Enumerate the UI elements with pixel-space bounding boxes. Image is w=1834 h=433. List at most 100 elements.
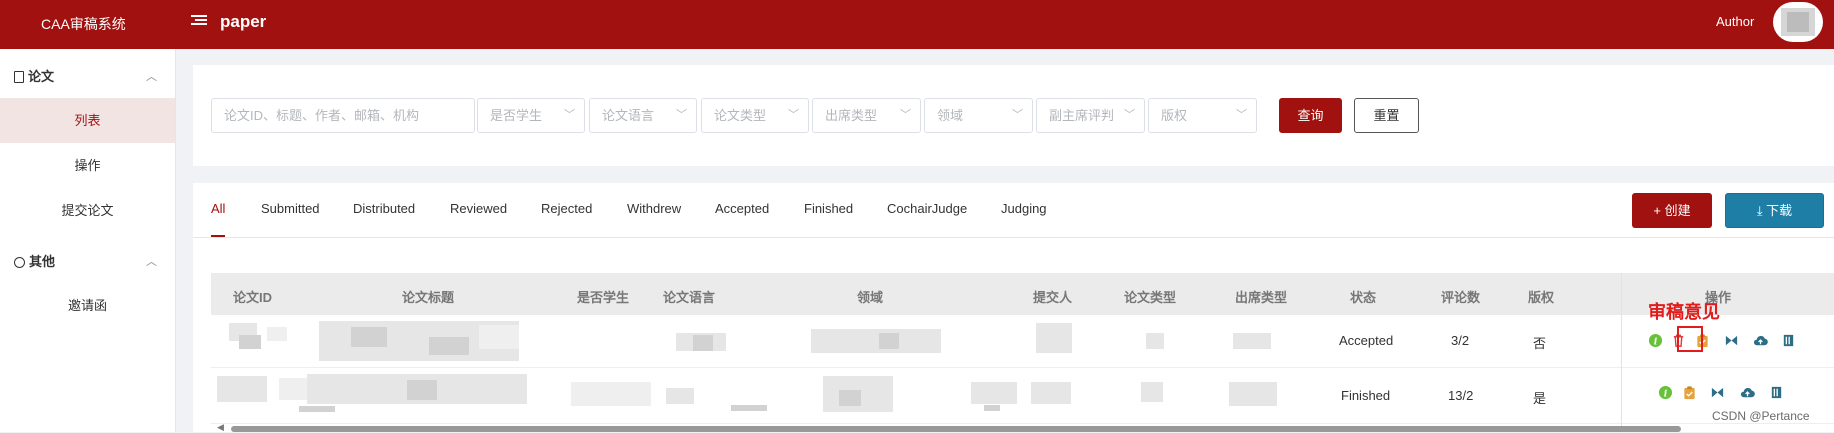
table-header: 论文ID 论文标题 是否学生 论文语言 领域 提交人 论文类型 出席类型 状态 … <box>211 273 1834 315</box>
search-input[interactable]: 论文ID、标题、作者、邮箱、机构 <box>211 98 475 133</box>
book-icon[interactable] <box>1769 385 1784 400</box>
filter-panel: 论文ID、标题、作者、邮箱、机构 是否学生 ﹀ 论文语言 ﹀ 论文类型 ﹀ 出席类型 ﹀… <box>193 65 1834 166</box>
app-title: CAA审稿系统 <box>41 16 126 32</box>
redacted-content <box>1036 323 1072 353</box>
redacted-content <box>429 337 469 355</box>
chevron-down-icon: ﹀ <box>676 109 687 121</box>
chevron-down-icon: ﹀ <box>1124 109 1135 121</box>
status-cell: Finished <box>1341 388 1391 403</box>
table-row[interactable]: Accepted 3/2 否 <box>211 315 1834 368</box>
tab-cochair-judge[interactable]: CochairJudge <box>887 201 967 216</box>
column-header-student: 是否学生 <box>577 290 630 305</box>
domain-select[interactable]: 领域 ﹀ <box>924 98 1033 133</box>
sidebar: 论文 ︿ 列表 操作 提交论文 其他 ︿ 邀请函 <box>0 49 176 432</box>
redacted-content <box>1229 382 1277 406</box>
redacted-content <box>267 327 287 341</box>
avatar[interactable] <box>1773 2 1823 42</box>
comments-cell: 3/2 <box>1451 333 1470 348</box>
reset-button[interactable]: 重置 <box>1354 98 1419 133</box>
sidebar-section-other[interactable]: 其他 <box>14 251 55 270</box>
chevron-down-icon: ﹀ <box>564 109 575 121</box>
redacted-content <box>299 406 335 412</box>
redacted-content <box>571 382 651 406</box>
tab-withdrew[interactable]: Withdrew <box>627 201 681 216</box>
scroll-left-arrow-icon[interactable]: ◀ <box>217 422 224 433</box>
redacted-content <box>407 380 437 400</box>
column-header-attendance: 出席类型 <box>1235 290 1288 305</box>
swap-icon[interactable] <box>1710 385 1725 400</box>
column-header-id: 论文ID <box>233 290 273 305</box>
chevron-up-icon[interactable]: ︿ <box>146 68 157 84</box>
swap-icon[interactable] <box>1724 333 1739 348</box>
redacted-content <box>279 378 309 400</box>
book-icon[interactable] <box>1781 333 1796 348</box>
tab-judging[interactable]: Judging <box>1001 201 1047 216</box>
redacted-content <box>217 376 267 402</box>
tab-rejected[interactable]: Rejected <box>541 201 592 216</box>
page-title: paper <box>220 12 267 31</box>
table-row[interactable]: Finished 13/2 是 <box>211 368 1834 424</box>
settings-circle-icon <box>14 257 25 268</box>
tab-submitted[interactable]: Submitted <box>261 201 320 216</box>
copyright-cell: 是 <box>1533 391 1547 406</box>
redacted-content <box>731 405 767 411</box>
scrollbar-thumb[interactable] <box>231 426 1681 432</box>
copyright-select[interactable]: 版权 ﹀ <box>1148 98 1257 133</box>
paper-table: 论文ID 论文标题 是否学生 论文语言 领域 提交人 论文类型 出席类型 状态 … <box>211 273 1834 432</box>
redacted-content <box>879 333 899 349</box>
column-header-language: 论文语言 <box>663 290 716 305</box>
redacted-content <box>351 327 387 347</box>
tab-distributed[interactable]: Distributed <box>353 201 415 216</box>
sidebar-item-invitation[interactable]: 邀请函 <box>0 283 175 328</box>
copyright-cell: 否 <box>1533 336 1547 351</box>
column-header-domain: 领域 <box>857 290 884 305</box>
menu-toggle-icon[interactable] <box>191 13 207 27</box>
column-header-copyright: 版权 <box>1528 290 1555 305</box>
cochair-judge-select[interactable]: 副主席评判 ﹀ <box>1036 98 1145 133</box>
comments-cell: 13/2 <box>1448 388 1474 403</box>
redacted-content <box>239 335 261 349</box>
horizontal-scrollbar[interactable]: ◀ <box>211 422 1834 433</box>
svg-text:i: i <box>1664 388 1668 399</box>
column-header-paper-type: 论文类型 <box>1124 290 1177 305</box>
redacted-content <box>1031 382 1071 404</box>
tab-accepted[interactable]: Accepted <box>715 201 769 216</box>
redacted-content <box>839 390 861 406</box>
annotation-label: 审稿意见 <box>1648 302 1720 322</box>
info-icon[interactable]: i <box>1648 333 1663 348</box>
student-select[interactable]: 是否学生 ﹀ <box>477 98 585 133</box>
info-icon[interactable]: i <box>1658 385 1673 400</box>
column-header-title: 论文标题 <box>402 290 455 305</box>
redacted-content <box>1233 333 1271 349</box>
paper-list-panel: All Submitted Distributed Reviewed Rejec… <box>193 183 1834 432</box>
download-button[interactable]: ⤓ 下载 <box>1725 193 1824 228</box>
chevron-down-icon: ﹀ <box>900 109 911 121</box>
attendance-type-select[interactable]: 出席类型 ﹀ <box>812 98 921 133</box>
sidebar-item-list[interactable]: 列表 <box>0 98 175 143</box>
user-role: Author <box>1716 14 1755 29</box>
review-opinion-icon[interactable] <box>1682 385 1697 400</box>
sidebar-section-paper[interactable]: 论文 <box>14 66 54 85</box>
redacted-content <box>811 329 941 353</box>
sidebar-item-operate[interactable]: 操作 <box>0 143 175 188</box>
sidebar-item-submit-paper[interactable]: 提交论文 <box>0 188 175 233</box>
tab-finished[interactable]: Finished <box>804 201 853 216</box>
svg-text:i: i <box>1654 336 1658 347</box>
tab-divider <box>193 237 1834 238</box>
watermark: CSDN @Pertance <box>1712 409 1810 423</box>
redacted-content <box>666 388 694 404</box>
paper-type-select[interactable]: 论文类型 ﹀ <box>701 98 809 133</box>
column-header-submitter: 提交人 <box>1033 290 1073 305</box>
upload-cloud-icon[interactable] <box>1740 385 1755 400</box>
chevron-up-icon[interactable]: ︿ <box>146 253 157 269</box>
tab-all[interactable]: All <box>211 201 225 216</box>
query-button[interactable]: 查询 <box>1279 98 1342 133</box>
chevron-down-icon: ﹀ <box>1012 109 1023 121</box>
redacted-content <box>1141 382 1163 402</box>
redacted-content <box>1146 333 1164 349</box>
create-button[interactable]: + 创建 <box>1632 193 1712 228</box>
tab-reviewed[interactable]: Reviewed <box>450 201 507 216</box>
annotation-highlight-box <box>1677 326 1703 352</box>
upload-cloud-icon[interactable] <box>1753 333 1768 348</box>
language-select[interactable]: 论文语言 ﹀ <box>589 98 697 133</box>
